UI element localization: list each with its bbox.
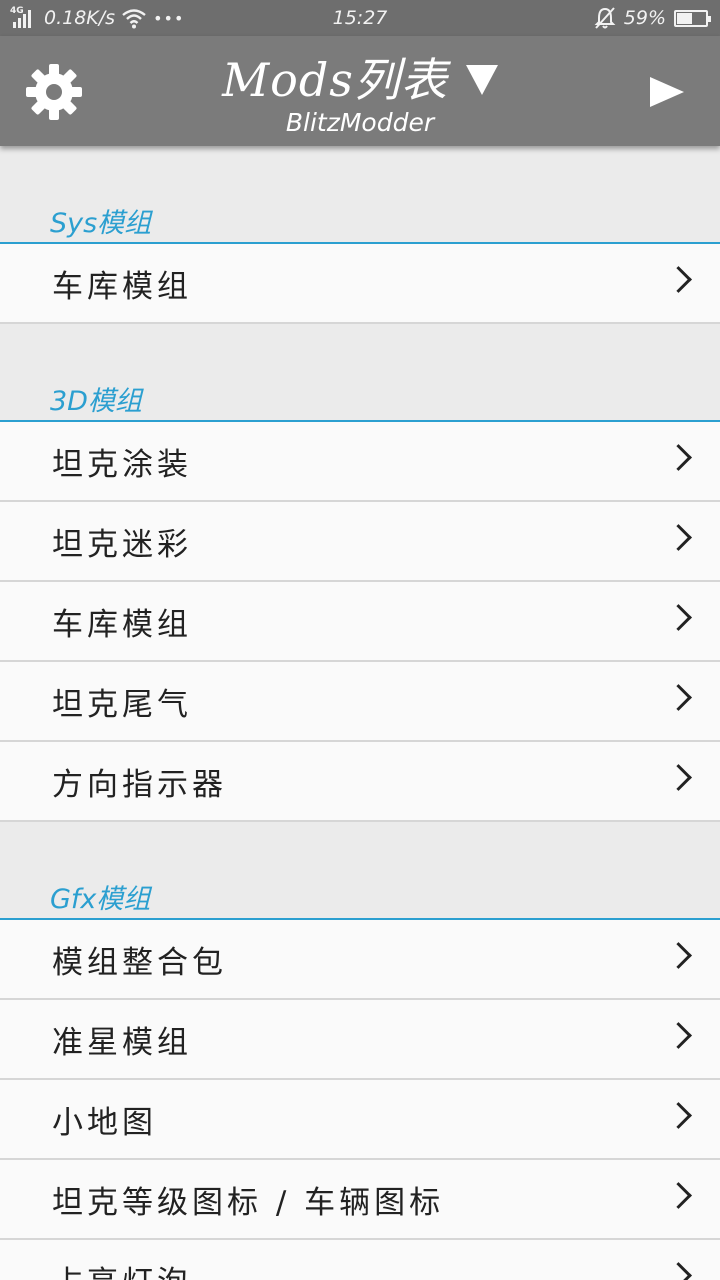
app-bar: Mods列表 BlitzModder [0, 36, 720, 146]
chevron-right-icon [665, 604, 692, 631]
list-item-label: 坦克尾气 [52, 686, 192, 723]
chevron-right-icon [665, 764, 692, 791]
app-subtitle: BlitzModder [285, 108, 435, 137]
list-item[interactable]: 小地图 [0, 1080, 720, 1160]
mods-list[interactable]: Sys模组 车库模组 3D模组 坦克涂装 坦克迷彩 车库模组 坦克尾气 方向指示器 Gfx模组模… [0, 146, 720, 1280]
chevron-right-icon [665, 1262, 692, 1280]
section-title: 3D模组 [50, 386, 142, 417]
chevron-right-icon [665, 1022, 692, 1049]
battery-icon [674, 9, 711, 27]
chevron-right-icon [665, 942, 692, 969]
battery-percent: 59% [623, 7, 666, 29]
chevron-right-icon [665, 524, 692, 551]
list-item[interactable]: 坦克等级图标 / 车辆图标 [0, 1160, 720, 1240]
apply-button[interactable] [646, 72, 690, 112]
gear-icon [26, 64, 82, 120]
list-item[interactable]: 坦克迷彩 [0, 502, 720, 582]
app-title: Mods列表 [222, 53, 448, 107]
list-item[interactable]: 占亮灯泡 [0, 1240, 720, 1280]
list-item[interactable]: 准星模组 [0, 1000, 720, 1080]
chevron-right-icon [665, 444, 692, 471]
list-item-label: 小地图 [52, 1104, 157, 1141]
list-item-label: 方向指示器 [52, 766, 227, 803]
chevron-right-icon [665, 684, 692, 711]
chevron-right-icon [665, 1102, 692, 1129]
list-item-label: 车库模组 [52, 268, 192, 305]
list-item[interactable]: 车库模组 [0, 244, 720, 324]
list-item-label: 坦克迷彩 [52, 526, 192, 563]
status-bar: 4G 0.18K/s ••• 15:27 59% [0, 0, 720, 36]
chevron-right-icon [665, 266, 692, 293]
list-item-label: 车库模组 [52, 606, 192, 643]
status-right: 59% [594, 0, 711, 36]
triangle-down-icon[interactable] [465, 65, 498, 95]
list-item-label: 模组整合包 [52, 944, 227, 981]
list-item[interactable]: 坦克尾气 [0, 662, 720, 742]
list-item[interactable]: 模组整合包 [0, 920, 720, 1000]
title-area[interactable]: Mods列表 BlitzModder [160, 44, 560, 137]
bell-muted-icon [594, 7, 616, 29]
list-item-label: 占亮灯泡 [52, 1257, 192, 1280]
play-icon [650, 77, 684, 107]
list-item[interactable]: 坦克涂装 [0, 422, 720, 502]
list-item-label: 坦克涂装 [52, 446, 192, 483]
settings-button[interactable] [20, 58, 88, 126]
chevron-right-icon [665, 1182, 692, 1209]
list-item-label: 准星模组 [52, 1024, 192, 1061]
list-item-label: 坦克等级图标 / 车辆图标 [52, 1184, 445, 1221]
section-header: Sys模组 [0, 146, 720, 244]
list-item[interactable]: 方向指示器 [0, 742, 720, 822]
section-header: 3D模组 [0, 324, 720, 422]
section-title: Sys模组 [50, 208, 152, 239]
clock: 15:27 [332, 7, 388, 29]
section-header: Gfx模组 [0, 822, 720, 920]
section-title: Gfx模组 [50, 884, 151, 915]
list-item[interactable]: 车库模组 [0, 582, 720, 662]
